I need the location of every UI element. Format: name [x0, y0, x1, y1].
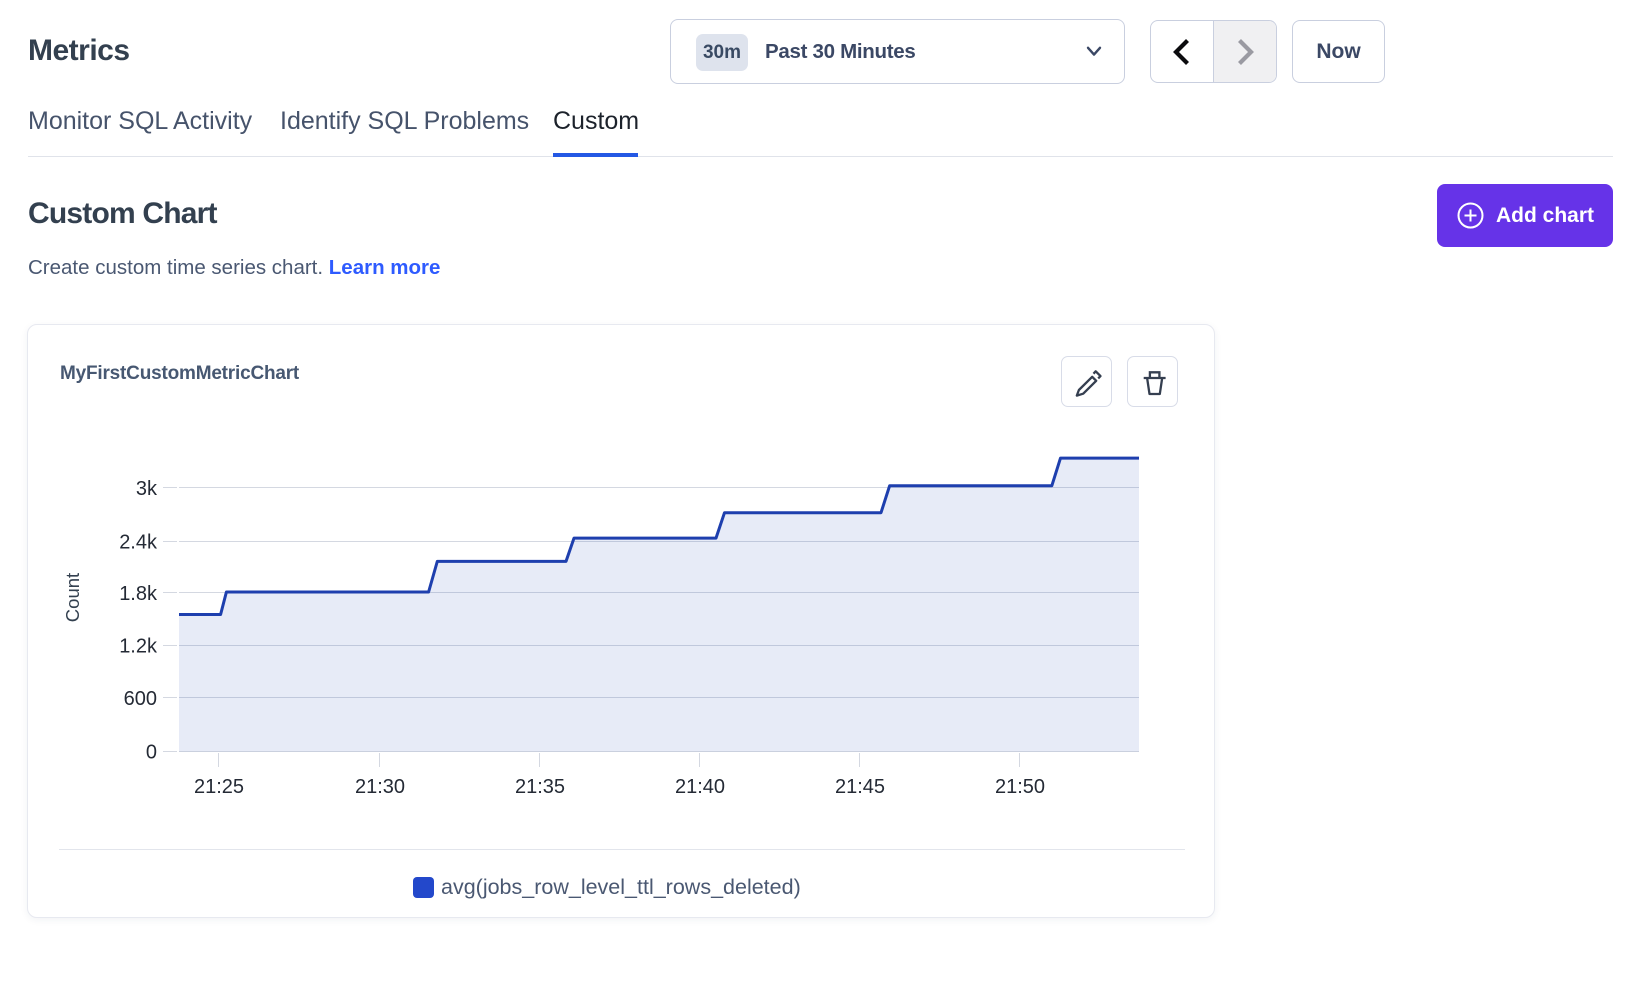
svg-text:21:35: 21:35	[515, 776, 565, 798]
svg-text:1.8k: 1.8k	[119, 583, 158, 605]
svg-text:21:40: 21:40	[675, 776, 725, 798]
svg-text:21:30: 21:30	[355, 776, 405, 798]
svg-text:21:25: 21:25	[194, 776, 244, 798]
svg-text:1.2k: 1.2k	[119, 636, 158, 658]
svg-text:21:45: 21:45	[835, 776, 885, 798]
svg-text:3k: 3k	[136, 478, 158, 500]
svg-text:2.4k: 2.4k	[119, 532, 158, 554]
svg-text:21:50: 21:50	[995, 776, 1045, 798]
svg-text:600: 600	[124, 688, 157, 710]
svg-text:0: 0	[146, 742, 157, 764]
svg-text:Count: Count	[62, 573, 83, 622]
